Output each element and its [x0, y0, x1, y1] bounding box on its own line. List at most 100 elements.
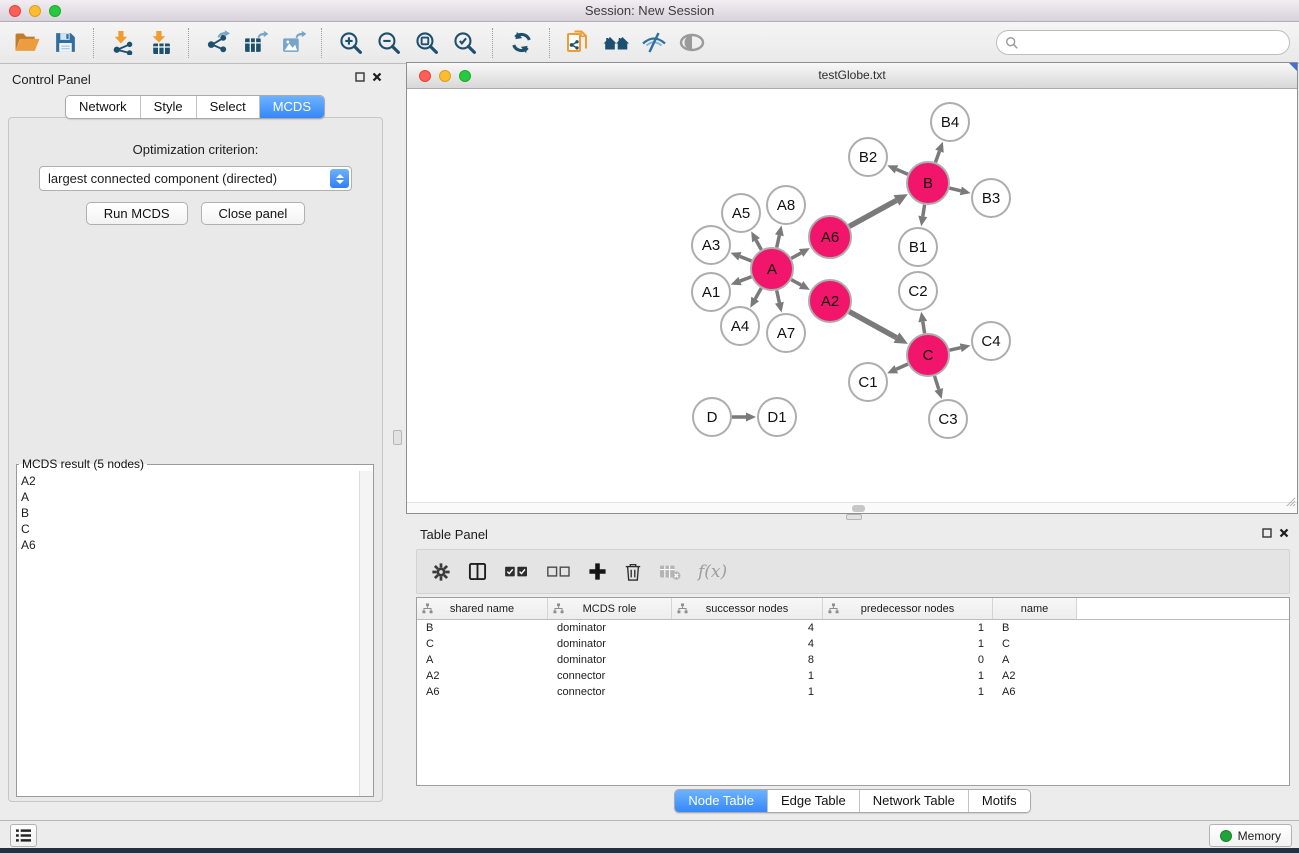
network-canvas[interactable]: B4B2BB3A5A8A6A3AB1A1C2A2A4A7C4CC1C3DD1	[407, 89, 1297, 502]
splitter-grip-horizontal[interactable]	[846, 514, 862, 520]
table-row[interactable]: A6connector11A6	[417, 684, 1289, 700]
search-field[interactable]	[996, 30, 1290, 55]
add-column-icon[interactable]	[588, 562, 607, 581]
zoom-fit-icon[interactable]	[410, 27, 442, 59]
arrowhead-icon	[918, 216, 927, 227]
mcds-result-item[interactable]: A2	[21, 473, 359, 489]
edge-B-B2[interactable]	[896, 169, 907, 174]
tab-edge-table[interactable]: Edge Table	[767, 790, 859, 812]
table-row[interactable]: Adominator80A	[417, 652, 1289, 668]
network-hscrollbar[interactable]	[407, 502, 1297, 513]
edge-C-C3[interactable]	[935, 376, 939, 389]
edge-A-A4[interactable]	[755, 288, 761, 299]
import-table-icon[interactable]	[144, 27, 176, 59]
network-hscroll-thumb[interactable]	[852, 505, 865, 512]
tab-mcds[interactable]: MCDS	[259, 96, 324, 118]
search-input[interactable]	[1024, 35, 1289, 51]
edge-A2-C[interactable]	[849, 312, 896, 338]
export-network-icon[interactable]	[201, 27, 233, 59]
export-image-icon[interactable]	[277, 27, 309, 59]
run-mcds-button[interactable]: Run MCDS	[86, 202, 188, 225]
mcds-result-item[interactable]: B	[21, 505, 359, 521]
table-row[interactable]: A2connector11A2	[417, 668, 1289, 684]
edge-A6-B[interactable]	[849, 200, 896, 226]
close-panel-icon[interactable]	[372, 72, 382, 82]
mcds-result-list: A2ABCA6	[17, 471, 359, 796]
toolbar-separator	[321, 28, 322, 58]
refresh-layout-icon[interactable]	[505, 27, 537, 59]
edge-C-C2[interactable]	[923, 322, 925, 334]
zoom-window-button[interactable]	[49, 5, 61, 17]
column-visibility-icon[interactable]	[468, 562, 487, 581]
edge-A-A7[interactable]	[777, 290, 780, 302]
show-selected-icon[interactable]	[676, 27, 708, 59]
node-label-B: B	[923, 175, 933, 192]
network-zoom-button[interactable]	[459, 70, 471, 82]
import-network-icon[interactable]	[106, 27, 138, 59]
criterion-dropdown[interactable]: largest connected component (directed)	[39, 166, 352, 191]
network-minimize-button[interactable]	[439, 70, 451, 82]
resize-grip-icon[interactable]	[1285, 494, 1296, 512]
close-window-button[interactable]	[9, 5, 21, 17]
column-header-predecessor-nodes[interactable]: predecessor nodes	[823, 598, 993, 619]
column-header-name[interactable]: name	[993, 598, 1077, 619]
mcds-result-item[interactable]: A6	[21, 537, 359, 553]
table-row[interactable]: Bdominator41B	[417, 620, 1289, 636]
unselect-all-checkbox-icon[interactable]	[546, 565, 571, 579]
task-history-button[interactable]	[10, 824, 37, 847]
network-window-titlebar[interactable]: testGlobe.txt	[407, 63, 1297, 89]
edge-A-A5[interactable]	[756, 240, 761, 250]
horizontal-splitter[interactable]	[406, 514, 1299, 521]
edge-B-B4[interactable]	[935, 151, 939, 162]
save-session-icon[interactable]	[49, 27, 81, 59]
edge-A-A8[interactable]	[777, 235, 780, 247]
close-table-panel-icon[interactable]	[1279, 528, 1289, 538]
float-panel-icon[interactable]	[355, 72, 365, 82]
vertical-splitter[interactable]	[390, 64, 406, 820]
float-table-panel-icon[interactable]	[1262, 528, 1272, 538]
column-header-MCDS-role[interactable]: MCDS role	[548, 598, 672, 619]
node-label-A4: A4	[731, 318, 749, 335]
duplicate-network-icon[interactable]	[562, 27, 594, 59]
tab-node-table[interactable]: Node Table	[675, 790, 767, 812]
splitter-grip[interactable]	[393, 430, 402, 445]
edge-C-C1[interactable]	[896, 364, 908, 369]
tab-network-table[interactable]: Network Table	[859, 790, 968, 812]
select-all-checkbox-icon[interactable]	[504, 565, 529, 579]
function-builder-icon: f(x)	[698, 562, 727, 582]
network-close-button[interactable]	[419, 70, 431, 82]
column-header-successor-nodes[interactable]: successor nodes	[672, 598, 823, 619]
node-label-C1: C1	[858, 374, 877, 391]
show-all-networks-icon[interactable]	[600, 27, 632, 59]
zoom-out-icon[interactable]	[372, 27, 404, 59]
settings-gear-icon[interactable]	[431, 562, 451, 582]
tab-motifs[interactable]: Motifs	[968, 790, 1030, 812]
tab-select[interactable]: Select	[196, 96, 259, 118]
column-header-shared-name[interactable]: shared name	[417, 598, 548, 619]
search-icon	[1005, 36, 1019, 50]
tab-network[interactable]: Network	[66, 96, 140, 118]
zoom-selected-icon[interactable]	[448, 27, 480, 59]
column-type-icon	[828, 603, 839, 617]
zoom-in-icon[interactable]	[334, 27, 366, 59]
memory-button[interactable]: Memory	[1209, 824, 1292, 847]
result-scrollbar[interactable]	[359, 471, 373, 796]
minimize-window-button[interactable]	[29, 5, 41, 17]
edge-C-C4[interactable]	[949, 348, 960, 351]
edge-B-B3[interactable]	[949, 188, 960, 191]
close-panel-button[interactable]: Close panel	[201, 202, 306, 225]
edge-B-B1[interactable]	[923, 205, 925, 217]
edge-A-A3[interactable]	[740, 256, 752, 261]
hide-selected-icon[interactable]	[638, 27, 670, 59]
mcds-result-item[interactable]: A	[21, 489, 359, 505]
mcds-result-item[interactable]: C	[21, 521, 359, 537]
edge-A-A2[interactable]	[791, 280, 801, 285]
delete-column-icon[interactable]	[624, 562, 642, 582]
table-row[interactable]: Cdominator41C	[417, 636, 1289, 652]
open-folder-icon[interactable]	[11, 27, 43, 59]
export-table-icon[interactable]	[239, 27, 271, 59]
node-label-A3: A3	[702, 237, 720, 254]
edge-A-A1[interactable]	[740, 277, 751, 281]
tab-style[interactable]: Style	[140, 96, 196, 118]
edge-A-A6[interactable]	[791, 253, 801, 258]
